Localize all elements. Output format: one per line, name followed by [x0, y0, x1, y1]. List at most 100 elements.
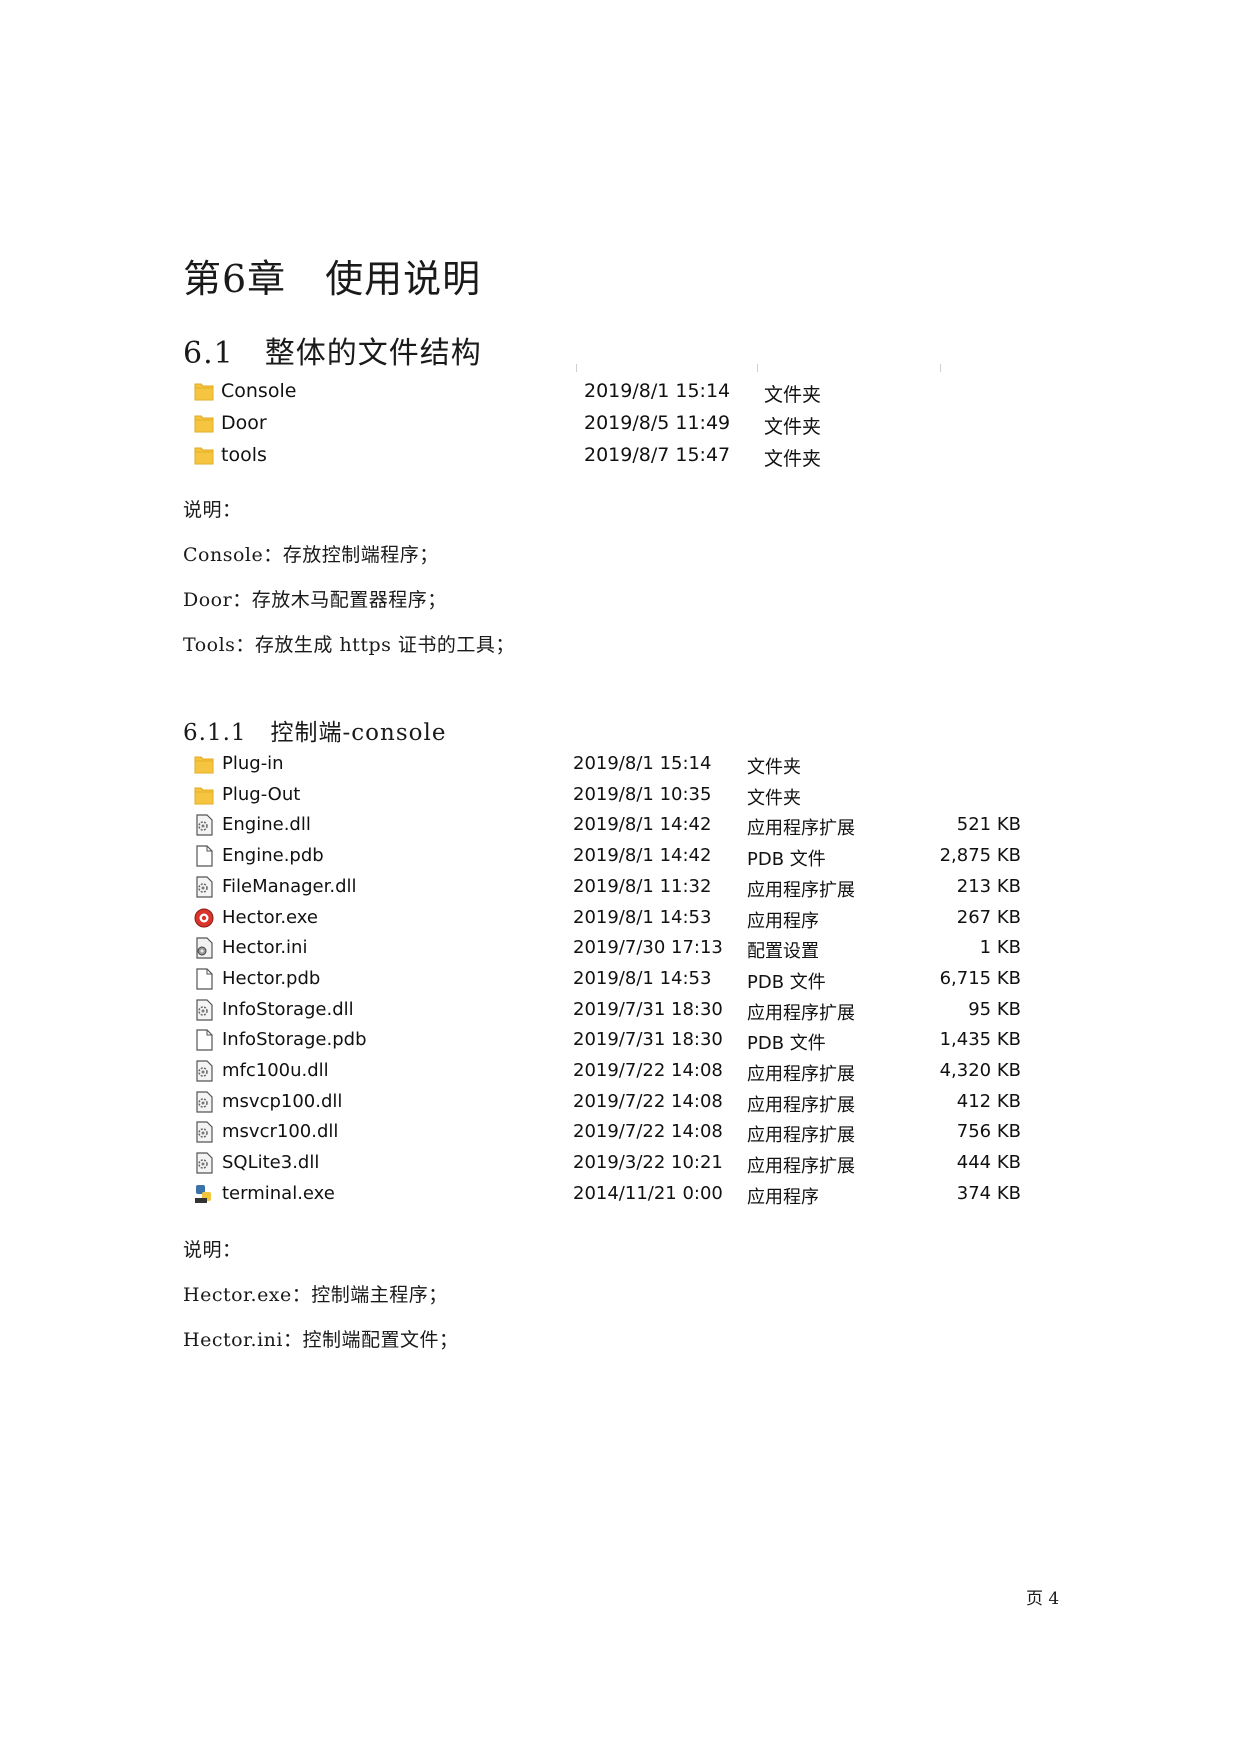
file-size: 521 KB	[956, 814, 1021, 836]
ini-icon	[194, 937, 214, 959]
file-type: 文件夹	[764, 384, 822, 406]
dll-icon	[194, 814, 214, 836]
file-name: msvcr100.dll	[222, 1121, 339, 1143]
file-name: InfoStorage.dll	[222, 998, 354, 1020]
file-size: 213 KB	[956, 875, 1021, 897]
python-exe-icon	[194, 1183, 214, 1205]
file-type: 文件夹	[764, 448, 822, 470]
dll-icon	[194, 876, 214, 898]
file-type: 配置设置	[747, 941, 819, 963]
folder-icon	[194, 380, 214, 402]
file-item[interactable]: Hector.ini 2019/7/30 17:13 配置设置 1 KB	[0, 934, 1240, 964]
file-name: SQLite3.dll	[222, 1152, 320, 1174]
file-type: 应用程序扩展	[747, 818, 855, 840]
file-type: 文件夹	[764, 416, 822, 438]
file-type: PDB 文件	[747, 971, 826, 993]
file-item[interactable]: SQLite3.dll 2019/3/22 10:21 应用程序扩展 444 KB	[0, 1149, 1240, 1179]
file-date: 2019/7/31 18:30	[573, 1029, 723, 1051]
file-item[interactable]: FileManager.dll 2019/8/1 11:32 应用程序扩展 213 K…	[0, 873, 1240, 903]
file-item[interactable]: msvcr100.dll 2019/7/22 14:08 应用程序扩展 756 KB	[0, 1118, 1240, 1148]
file-date: 2019/7/31 18:30	[573, 998, 723, 1020]
file-type: 文件夹	[747, 757, 801, 778]
file-name: Engine.pdb	[222, 845, 324, 867]
file-type: 应用程序扩展	[747, 1094, 855, 1116]
file-type: 文件夹	[747, 787, 801, 809]
file-date: 2019/8/7 15:47	[584, 444, 731, 466]
dll-icon	[194, 1060, 214, 1082]
file-item[interactable]: Plug-in 2019/8/1 15:14 文件夹	[0, 750, 1240, 780]
file-size: 374 KB	[956, 1182, 1021, 1204]
section-title: 6.1 整体的文件结构	[183, 336, 482, 371]
file-item[interactable]: terminal.exe 2014/11/21 0:00 应用程序 374 KB	[0, 1180, 1240, 1210]
file-size: 6,715 KB	[939, 967, 1021, 989]
file-size: 267 KB	[956, 906, 1021, 928]
file-type: 应用程序	[747, 910, 819, 932]
app-icon	[194, 907, 214, 929]
file-item[interactable]: InfoStorage.pdb 2019/7/31 18:30 PDB 文件 1,43…	[0, 1026, 1240, 1056]
file-item[interactable]: msvcp100.dll 2019/7/22 14:08 应用程序扩展 412 KB	[0, 1088, 1240, 1118]
dll-icon	[194, 1152, 214, 1174]
folder-item[interactable]: Door 2019/8/5 11:49 文件夹	[0, 409, 1240, 439]
file-item[interactable]: Engine.dll 2019/8/1 14:42 应用程序扩展 521 KB	[0, 811, 1240, 841]
file-date: 2019/7/22 14:08	[573, 1060, 723, 1081]
file-date: 2019/8/1 15:14	[573, 753, 712, 774]
file-type: 应用程序扩展	[747, 1156, 855, 1178]
subsection-title: 6.1.1 控制端-console	[183, 720, 447, 746]
file-item[interactable]: Hector.exe 2019/8/1 14:53 应用程序 267 KB	[0, 904, 1240, 934]
file-name: terminal.exe	[222, 1182, 335, 1204]
file-size: 2,875 KB	[939, 845, 1021, 867]
chapter-title: 第6章 使用说明	[183, 257, 482, 301]
file-date: 2019/8/1 14:53	[573, 967, 712, 989]
file-date: 2019/8/1 10:35	[573, 783, 712, 805]
file-item[interactable]: Plug-Out 2019/8/1 10:35 文件夹	[0, 781, 1240, 811]
column-divider	[576, 364, 577, 372]
file-name: Hector.exe	[222, 906, 318, 928]
page-number: 页 4	[1026, 1589, 1060, 1609]
folder-item[interactable]: Console 2019/8/1 15:14 文件夹	[0, 377, 1240, 407]
file-icon	[194, 845, 214, 867]
file-size: 444 KB	[956, 1152, 1021, 1174]
column-divider	[757, 364, 758, 372]
file-item[interactable]: Engine.pdb 2019/8/1 14:42 PDB 文件 2,875 KB	[0, 842, 1240, 872]
file-name: InfoStorage.pdb	[222, 1029, 367, 1051]
file-date: 2019/7/22 14:08	[573, 1090, 723, 1112]
note-heading-2: 说明：	[183, 1239, 242, 1261]
file-name: Engine.dll	[222, 814, 311, 836]
file-name: msvcp100.dll	[222, 1090, 343, 1112]
folder-item[interactable]: tools 2019/8/7 15:47 文件夹	[0, 441, 1240, 471]
file-name: Hector.ini	[222, 937, 308, 959]
note-hector-exe: Hector.exe：控制端主程序；	[183, 1284, 448, 1306]
file-size: 1,435 KB	[939, 1029, 1021, 1051]
file-type: 应用程序扩展	[747, 1064, 855, 1085]
file-name: mfc100u.dll	[222, 1060, 329, 1081]
folder-icon	[194, 753, 214, 775]
file-icon	[194, 968, 214, 990]
file-type: PDB 文件	[747, 1033, 826, 1055]
folder-icon	[194, 784, 214, 806]
file-date: 2019/7/30 17:13	[573, 937, 723, 959]
file-item[interactable]: Hector.pdb 2019/8/1 14:53 PDB 文件 6,715 KB	[0, 965, 1240, 995]
file-type: 应用程序扩展	[747, 879, 855, 901]
file-type: 应用程序扩展	[747, 1002, 855, 1024]
file-item[interactable]: InfoStorage.dll 2019/7/31 18:30 应用程序扩展 95 K…	[0, 996, 1240, 1026]
file-type: 应用程序扩展	[747, 1125, 855, 1147]
note-tools: Tools：存放生成 https 证书的工具；	[183, 634, 515, 656]
file-name: Console	[221, 380, 297, 402]
note-hector-ini: Hector.ini：控制端配置文件；	[183, 1329, 459, 1351]
file-name: Door	[221, 412, 267, 434]
file-type: PDB 文件	[747, 849, 826, 871]
dll-icon	[194, 1091, 214, 1113]
file-item[interactable]: mfc100u.dll 2019/7/22 14:08 应用程序扩展 4,320 KB	[0, 1057, 1240, 1087]
folder-icon	[194, 412, 214, 434]
file-date: 2019/7/22 14:08	[573, 1121, 723, 1143]
file-name: Plug-in	[222, 753, 284, 774]
dll-icon	[194, 998, 214, 1021]
file-name: FileManager.dll	[222, 875, 357, 897]
dll-icon	[194, 1121, 214, 1143]
file-name: tools	[221, 444, 267, 466]
file-date: 2019/8/1 14:42	[573, 845, 712, 867]
file-name: Plug-Out	[222, 783, 301, 805]
file-size: 4,320 KB	[939, 1060, 1021, 1081]
file-type: 应用程序	[747, 1186, 819, 1208]
file-date: 2019/8/5 11:49	[584, 412, 731, 434]
